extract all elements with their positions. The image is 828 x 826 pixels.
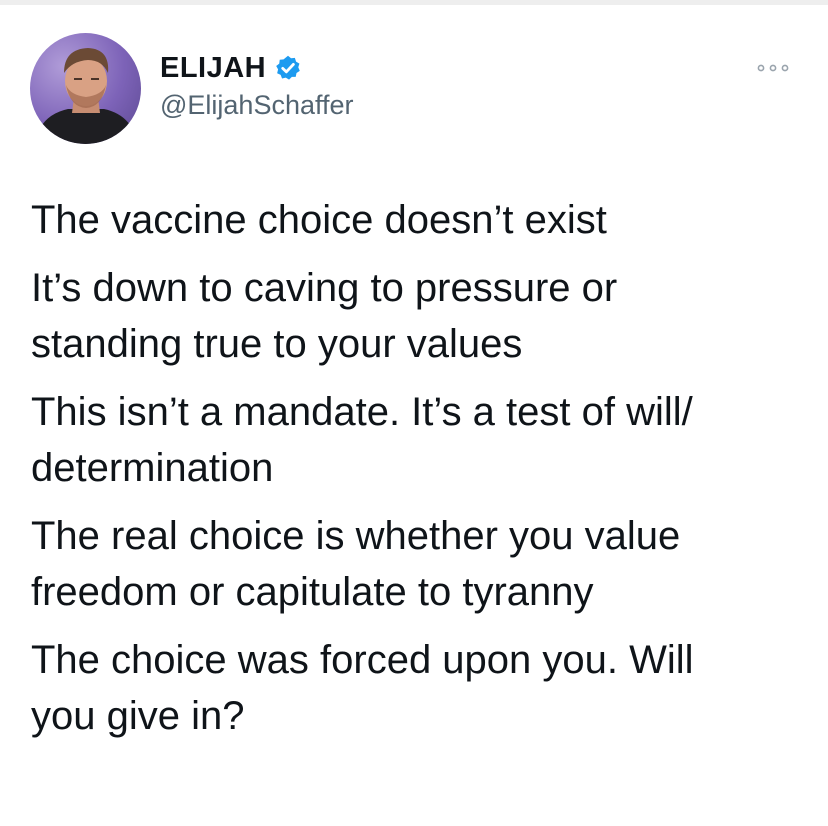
tweet-paragraph: It’s down to caving to pressure or stand… bbox=[31, 266, 618, 366]
tweet-paragraph: This isn’t a mandate. It’s a test of wil… bbox=[31, 390, 693, 490]
tweet-text: The vaccine choice doesn’t exist It’s do… bbox=[31, 192, 801, 756]
verified-badge-icon bbox=[276, 55, 300, 80]
author-name-row: ELIJAH bbox=[160, 48, 302, 88]
avatar[interactable] bbox=[30, 33, 141, 144]
display-name[interactable]: ELIJAH bbox=[160, 53, 266, 83]
author-handle[interactable]: @ElijahSchaffer bbox=[160, 89, 354, 121]
tweet-paragraph: The choice was forced upon you. Will you… bbox=[31, 638, 694, 738]
person-avatar-icon bbox=[34, 48, 138, 144]
tweet-paragraph: The vaccine choice doesn’t exist bbox=[31, 198, 607, 242]
more-options-icon[interactable] bbox=[753, 58, 793, 78]
tweet-paragraph: The real choice is whether you value fre… bbox=[31, 514, 681, 614]
tweet-card: ELIJAH @ElijahSchaffer The vaccine choic… bbox=[0, 0, 828, 826]
